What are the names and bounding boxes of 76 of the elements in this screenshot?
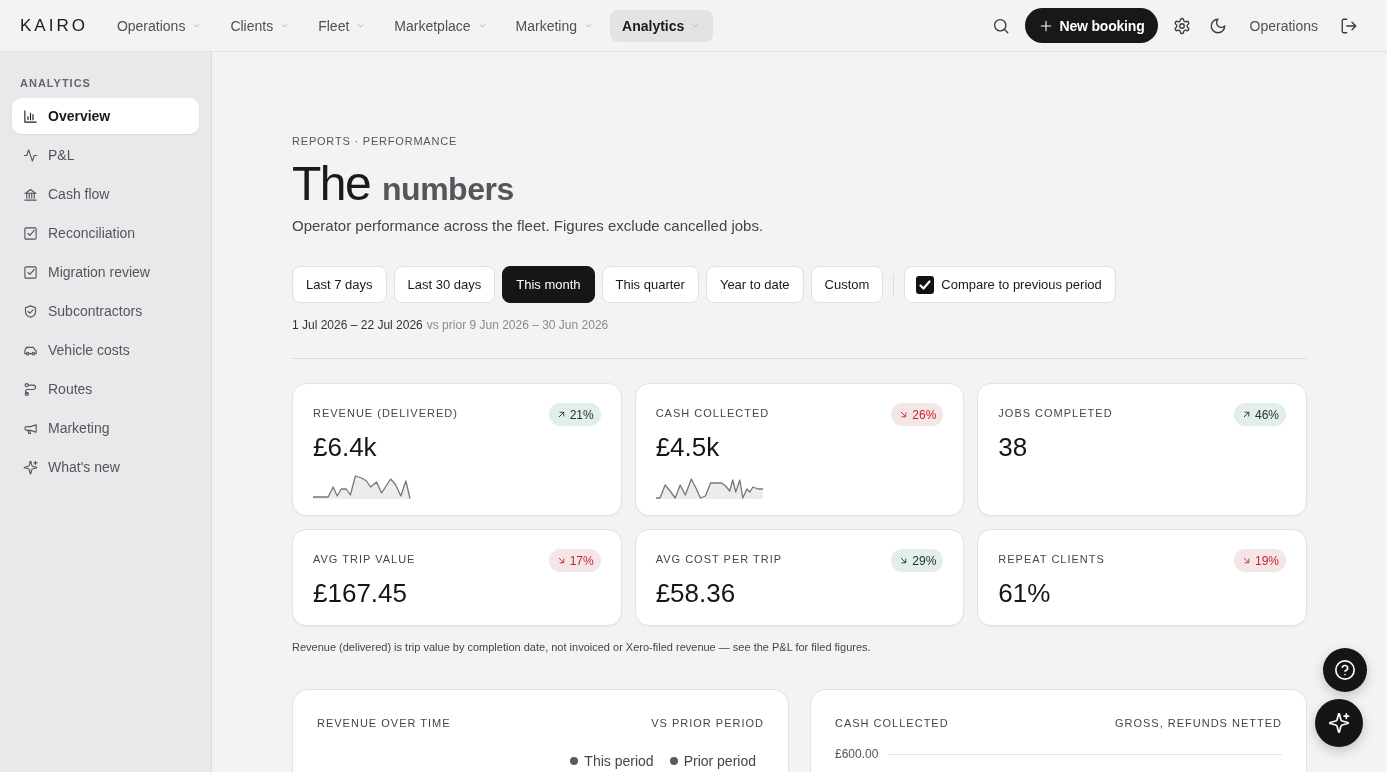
period-filter-button[interactable]: Year to date <box>705 266 804 303</box>
change-percent: 29% <box>912 553 937 568</box>
sidebar-item[interactable]: Reconciliation <box>12 215 199 251</box>
bank-icon <box>23 186 38 202</box>
legend-dot-icon <box>669 757 678 765</box>
sidebar-item[interactable]: P&L <box>12 137 199 173</box>
kpi-label: AVG TRIP VALUE <box>313 552 416 566</box>
plus-icon <box>1038 18 1053 33</box>
kpi-label: JOBS COMPLETED <box>998 406 1113 420</box>
check-square-icon <box>23 225 38 241</box>
page-subtitle: Operator performance across the fleet. Figures exclude cancelled jobs. <box>292 216 764 236</box>
legend-label: Prior period <box>683 753 756 769</box>
kpi-value: £6.4k <box>313 431 378 463</box>
legend-dot-icon <box>570 757 579 765</box>
check-square-icon <box>23 264 38 280</box>
change-percent: 17% <box>569 553 594 568</box>
kpi-label: AVG COST PER TRIP <box>655 552 783 566</box>
date-range: 1 Jul 2026 – 22 Jul 2026 <box>292 317 423 333</box>
new-booking-button[interactable]: New booking <box>1024 8 1158 43</box>
pulse-icon <box>23 147 38 163</box>
kpi-value: 61% <box>998 577 1052 609</box>
sidebar-item[interactable]: Routes <box>12 371 199 407</box>
nav-menu-tab[interactable]: Marketing <box>503 9 607 42</box>
sparkles-icon <box>1328 712 1350 734</box>
compare-toggle[interactable]: Compare to previous period <box>904 266 1116 303</box>
kpi-value: £4.5k <box>655 431 721 463</box>
nav-menu-tab[interactable]: Fleet <box>306 9 379 42</box>
section-label: ANALYTICS <box>19 76 92 90</box>
nav-menu-tab[interactable]: Clients <box>218 9 303 42</box>
period-filter-button[interactable]: This quarter <box>601 266 699 303</box>
page-title: The numbers <box>292 158 514 210</box>
kpi-label: REPEAT CLIENTS <box>998 552 1105 566</box>
period-filter-button[interactable]: Last 7 days <box>292 266 387 303</box>
chart-caption: GROSS, REFUNDS NETTED <box>1114 716 1282 730</box>
sidebar-item[interactable]: Overview <box>12 98 199 134</box>
period-filter-button[interactable]: This month <box>502 266 595 303</box>
breadcrumb: REPORTS · PERFORMANCE <box>292 134 459 148</box>
footnote: Revenue (delivered) is trip value by completion date, not invoiced or Xero-filed revenue — see the P&L for filed figures. <box>292 640 872 654</box>
sidebar-item[interactable]: Marketing <box>12 410 199 446</box>
brand-logo: KAIRO <box>20 15 88 36</box>
kpi-value: £167.45 <box>313 577 408 609</box>
axis-tick-label: £600.00 <box>835 747 879 761</box>
sidebar-item[interactable]: Cash flow <box>12 176 199 212</box>
chart-caption: VS PRIOR PERIOD <box>651 716 764 730</box>
workspace-link[interactable]: Operations <box>1249 17 1318 34</box>
moon-icon[interactable] <box>1208 16 1227 35</box>
sparkles-icon <box>23 459 38 475</box>
logout-icon[interactable] <box>1340 16 1358 35</box>
sidebar-item[interactable]: Subcontractors <box>12 293 199 329</box>
kpi-value: £58.36 <box>655 577 737 609</box>
period-filter-button[interactable]: Custom <box>810 266 884 303</box>
checkbox[interactable] <box>916 275 935 294</box>
settings-icon[interactable] <box>1172 16 1191 35</box>
sidebar-item[interactable]: Vehicle costs <box>12 332 199 368</box>
change-percent: 46% <box>1254 407 1279 422</box>
change-percent: 19% <box>1254 553 1279 568</box>
kpi-label: REVENUE (DELIVERED) <box>313 406 458 420</box>
kpi-label: CASH COLLECTED <box>655 406 770 420</box>
bar-chart-icon <box>23 108 38 124</box>
search-icon[interactable] <box>991 16 1010 35</box>
sidebar-item[interactable]: What's new <box>12 449 199 485</box>
kpi-value: 38 <box>998 431 1029 463</box>
shield-icon <box>23 303 38 319</box>
chart-title: REVENUE OVER TIME <box>317 716 451 730</box>
sidebar-item[interactable]: Migration review <box>12 254 199 290</box>
change-percent: 21% <box>569 407 594 422</box>
nav-menu-tab[interactable]: Analytics <box>610 9 714 42</box>
change-percent: 26% <box>912 407 937 422</box>
chart-title: CASH COLLECTED <box>835 716 949 730</box>
nav-menu-tab[interactable]: Operations <box>104 9 215 42</box>
help-icon <box>1334 659 1356 681</box>
legend-label: This period <box>584 753 654 769</box>
nav-menu-tab[interactable]: Marketplace <box>382 9 500 42</box>
prior-date-range: vs prior 9 Jun 2026 – 30 Jun 2026 <box>426 317 609 333</box>
route-icon <box>23 381 38 397</box>
period-filter-button[interactable]: Last 30 days <box>393 266 496 303</box>
